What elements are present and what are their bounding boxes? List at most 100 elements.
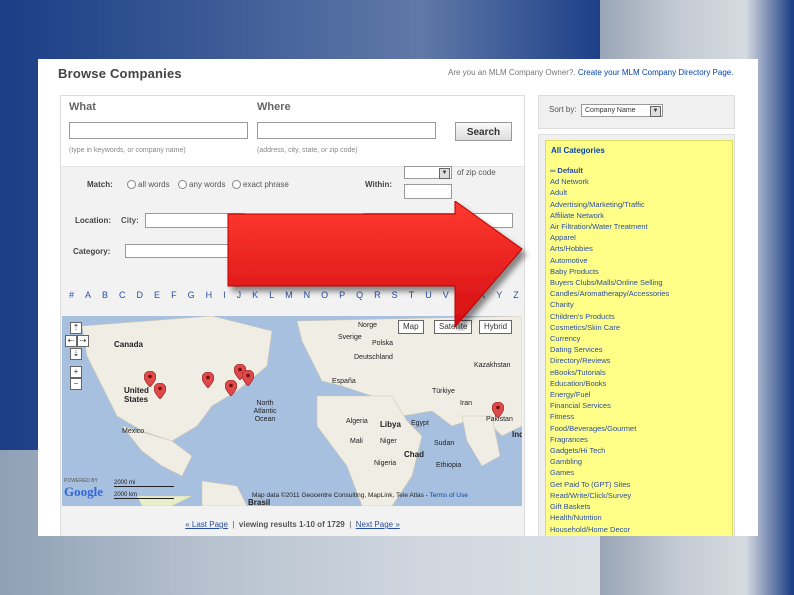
within-select[interactable]: ▼ [404, 166, 452, 179]
what-input[interactable] [69, 122, 248, 139]
category-item[interactable]: Fitness [550, 411, 669, 422]
results-count: viewing results 1-10 of 1729 [238, 520, 345, 529]
pager-divider: | [346, 520, 354, 529]
pan-left-icon[interactable]: ⇠ [65, 335, 77, 347]
map-label-india: Indi [512, 430, 522, 439]
match-label: Match: [87, 180, 113, 189]
category-item[interactable]: Games [550, 467, 669, 478]
match-all-radio[interactable] [127, 180, 136, 189]
within-suffix: of zip code [457, 168, 496, 177]
category-item[interactable]: Fragrances [550, 434, 669, 445]
sort-box: Sort by: Company Name ▼ [538, 95, 735, 129]
page-title: Browse Companies [58, 66, 182, 81]
what-label: What [69, 101, 96, 113]
category-item[interactable]: Currency [550, 333, 669, 344]
map-label-north-atlantic: North Atlantic Ocean [253, 400, 277, 423]
owner-prompt-text: Are you an MLM Company Owner?. [448, 68, 576, 77]
category-item[interactable]: Education/Books [550, 378, 669, 389]
prev-page-link[interactable]: « Last Page [185, 520, 228, 529]
pan-right-icon[interactable]: ⇢ [77, 335, 89, 347]
category-item[interactable]: Adult [550, 187, 669, 198]
map-label-united-states: United States [124, 386, 149, 404]
category-item-default[interactable]: ═ Default [550, 165, 669, 176]
map-pin-icon[interactable] [154, 383, 166, 399]
map-label-ethiopia: Ethiopia [436, 462, 462, 469]
google-logo: Google [64, 484, 103, 499]
map-label-polska: Polska [372, 340, 394, 347]
category-item[interactable]: Ad Network [550, 176, 669, 187]
where-input[interactable] [257, 122, 436, 139]
map-pin-icon[interactable] [492, 402, 504, 418]
category-item[interactable]: Get Paid To (GPT) Sites [550, 479, 669, 490]
next-page-link[interactable]: Next Page » [356, 520, 400, 529]
alpha-link[interactable]: A [85, 290, 91, 300]
zip-code-input[interactable] [404, 184, 452, 199]
match-all-label: all words [138, 180, 170, 189]
map-label-sverige: Sverige [338, 334, 362, 341]
owner-prompt: Are you an MLM Company Owner?. Create yo… [448, 68, 733, 77]
map-label-espana: España [332, 378, 356, 385]
category-item[interactable]: eBooks/Tutorials [550, 367, 669, 378]
categories-box: All Categories ═ Default Ad Network Adul… [538, 134, 735, 536]
map-label-chad: Chad [404, 450, 424, 459]
pan-down-icon[interactable]: ⇣ [70, 348, 82, 360]
category-item[interactable]: Dating Services [550, 344, 669, 355]
attribution-text: Map data ©2011 Geocentre Consulting, Map… [252, 492, 428, 499]
match-exact-radio[interactable] [232, 180, 241, 189]
pagination: « Last Page | viewing results 1-10 of 17… [61, 520, 524, 529]
category-item[interactable]: Gadgets/Hi Tech [550, 445, 669, 456]
city-label: City: [121, 216, 139, 225]
alpha-link[interactable]: E [154, 290, 160, 300]
world-map[interactable]: ⇡ ⇠ ⇢ ⇣ + − Map Satellite Hybrid Canada … [62, 316, 522, 506]
map-pin-icon[interactable] [242, 370, 254, 386]
chevron-down-icon: ▼ [650, 106, 661, 117]
all-categories-link[interactable]: All Categories [551, 146, 605, 155]
map-label-libya: Libya [380, 420, 401, 429]
alpha-link[interactable]: # [69, 290, 74, 300]
map-pin-icon[interactable] [202, 372, 214, 388]
category-item[interactable]: Food/Beverages/Gourmet [550, 423, 669, 434]
map-label-mexico: Mexico [122, 428, 145, 435]
category-item[interactable]: Read/Write/Click/Survey [550, 490, 669, 501]
category-item[interactable]: Directory/Reviews [550, 355, 669, 366]
category-item[interactable]: Financial Services [550, 400, 669, 411]
category-item[interactable]: Household/Home Decor [550, 524, 669, 535]
map-label-brasil: Brasil [248, 498, 271, 506]
map-label-sudan: Sudan [434, 440, 455, 447]
map-label-egypt: Egypt [411, 420, 429, 427]
map-attribution: Map data ©2011 Geocentre Consulting, Map… [252, 492, 468, 499]
map-label-niger: Niger [380, 438, 397, 445]
map-label-kazakhstan: Kazakhstan [474, 362, 511, 369]
pager-divider: | [230, 520, 237, 529]
map-label-algeria: Algeria [346, 418, 368, 425]
terms-of-use-link[interactable]: Terms of Use [430, 492, 468, 499]
zoom-out-icon[interactable]: − [70, 378, 82, 390]
alpha-link[interactable]: D [137, 290, 144, 300]
category-label: Category: [73, 247, 111, 256]
zoom-in-icon[interactable]: + [70, 366, 82, 378]
scale-km: 2000 km [114, 492, 174, 499]
category-item[interactable]: Health/Nutrition [550, 512, 669, 523]
category-label: Default [557, 166, 583, 175]
alpha-link[interactable]: H [206, 290, 213, 300]
within-label: Within: [365, 180, 393, 189]
location-label: Location: [75, 216, 111, 225]
category-item[interactable]: Energy/Fuel [550, 389, 669, 400]
create-directory-link[interactable]: Create your MLM Company Directory Page. [578, 68, 734, 77]
alpha-link[interactable]: F [171, 290, 177, 300]
map-label-canada: Canada [114, 340, 143, 349]
category-item[interactable]: Gambling [550, 456, 669, 467]
category-item[interactable]: Gift Baskets [550, 501, 669, 512]
categories-highlight: All Categories ═ Default Ad Network Adul… [545, 140, 733, 536]
alpha-link[interactable]: B [102, 290, 108, 300]
map-pin-icon[interactable] [225, 380, 237, 396]
sort-select[interactable]: Company Name ▼ [581, 104, 663, 117]
map-label-turkey: Türkiye [432, 388, 455, 395]
pan-up-icon[interactable]: ⇡ [70, 322, 82, 334]
alpha-link[interactable]: C [119, 290, 126, 300]
search-button[interactable]: Search [455, 122, 512, 141]
alpha-link[interactable]: G [188, 290, 195, 300]
match-any-label: any words [189, 180, 226, 189]
screenshot-slide: Browse Companies Are you an MLM Company … [38, 59, 758, 536]
match-any-radio[interactable] [178, 180, 187, 189]
